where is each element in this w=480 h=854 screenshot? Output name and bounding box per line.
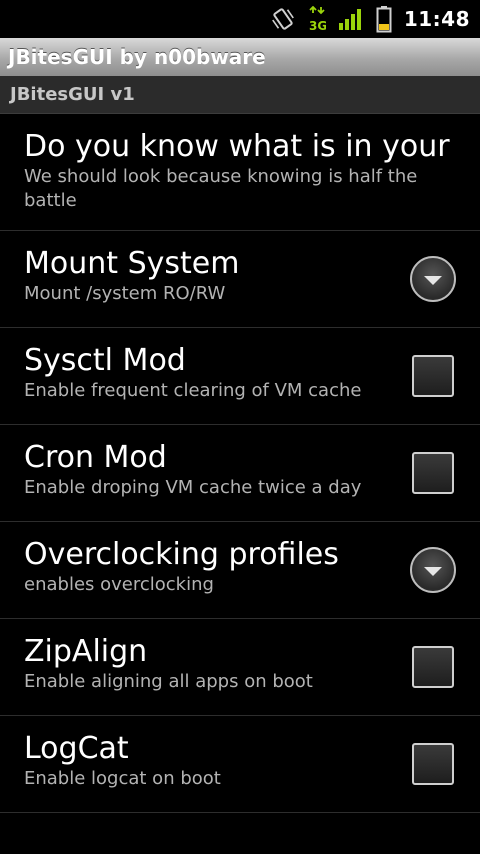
logcat-checkbox[interactable]: [412, 743, 454, 785]
sysctl-mod-checkbox[interactable]: [412, 355, 454, 397]
3g-icon: 3G: [308, 6, 326, 32]
pref-title: LogCat: [24, 731, 129, 766]
category-title: JBitesGUI v1: [10, 84, 135, 105]
pref-summary: Enable frequent clearing of VM cache: [24, 380, 362, 401]
pref-cron-mod[interactable]: Cron Mod Enable droping VM cache twice a…: [0, 425, 480, 522]
battery-icon: [376, 5, 392, 33]
vibrate-icon: [270, 6, 296, 32]
pref-title: Do you know what is in your: [24, 129, 450, 164]
pref-mount-system[interactable]: Mount System Mount /system RO/RW: [0, 231, 480, 328]
pref-title: Cron Mod: [24, 440, 167, 475]
pref-title: ZipAlign: [24, 634, 148, 669]
clock: 11:48: [403, 7, 470, 31]
app-title-bar: JBitesGUI by n00bware: [0, 38, 480, 76]
pref-do-you-know[interactable]: Do you know what is in your We should lo…: [0, 114, 480, 231]
category-header: JBitesGUI v1: [0, 76, 480, 114]
pref-summary: Mount /system RO/RW: [24, 283, 226, 304]
preference-list: Do you know what is in your We should lo…: [0, 114, 480, 813]
pref-summary: Enable logcat on boot: [24, 768, 221, 789]
app-title: JBitesGUI by n00bware: [8, 45, 266, 69]
pref-summary: Enable aligning all apps on boot: [24, 671, 313, 692]
zipalign-checkbox[interactable]: [412, 646, 454, 688]
status-bar: 3G 11:48: [0, 0, 480, 38]
pref-sysctl-mod[interactable]: Sysctl Mod Enable frequent clearing of V…: [0, 328, 480, 425]
pref-summary: We should look because knowing is half t…: [24, 166, 418, 211]
dropdown-arrow-icon[interactable]: [410, 547, 456, 593]
pref-title: Sysctl Mod: [24, 343, 186, 378]
pref-overclocking-profiles[interactable]: Overclocking profiles enables overclocki…: [0, 522, 480, 619]
pref-logcat[interactable]: LogCat Enable logcat on boot: [0, 716, 480, 813]
pref-title: Mount System: [24, 246, 240, 281]
pref-summary: enables overclocking: [24, 574, 214, 595]
cron-mod-checkbox[interactable]: [412, 452, 454, 494]
signal-icon: [338, 7, 364, 31]
pref-title: Overclocking profiles: [24, 537, 339, 572]
pref-summary: Enable droping VM cache twice a day: [24, 477, 362, 498]
svg-text:3G: 3G: [309, 19, 326, 32]
dropdown-arrow-icon[interactable]: [410, 256, 456, 302]
pref-zipalign[interactable]: ZipAlign Enable aligning all apps on boo…: [0, 619, 480, 716]
